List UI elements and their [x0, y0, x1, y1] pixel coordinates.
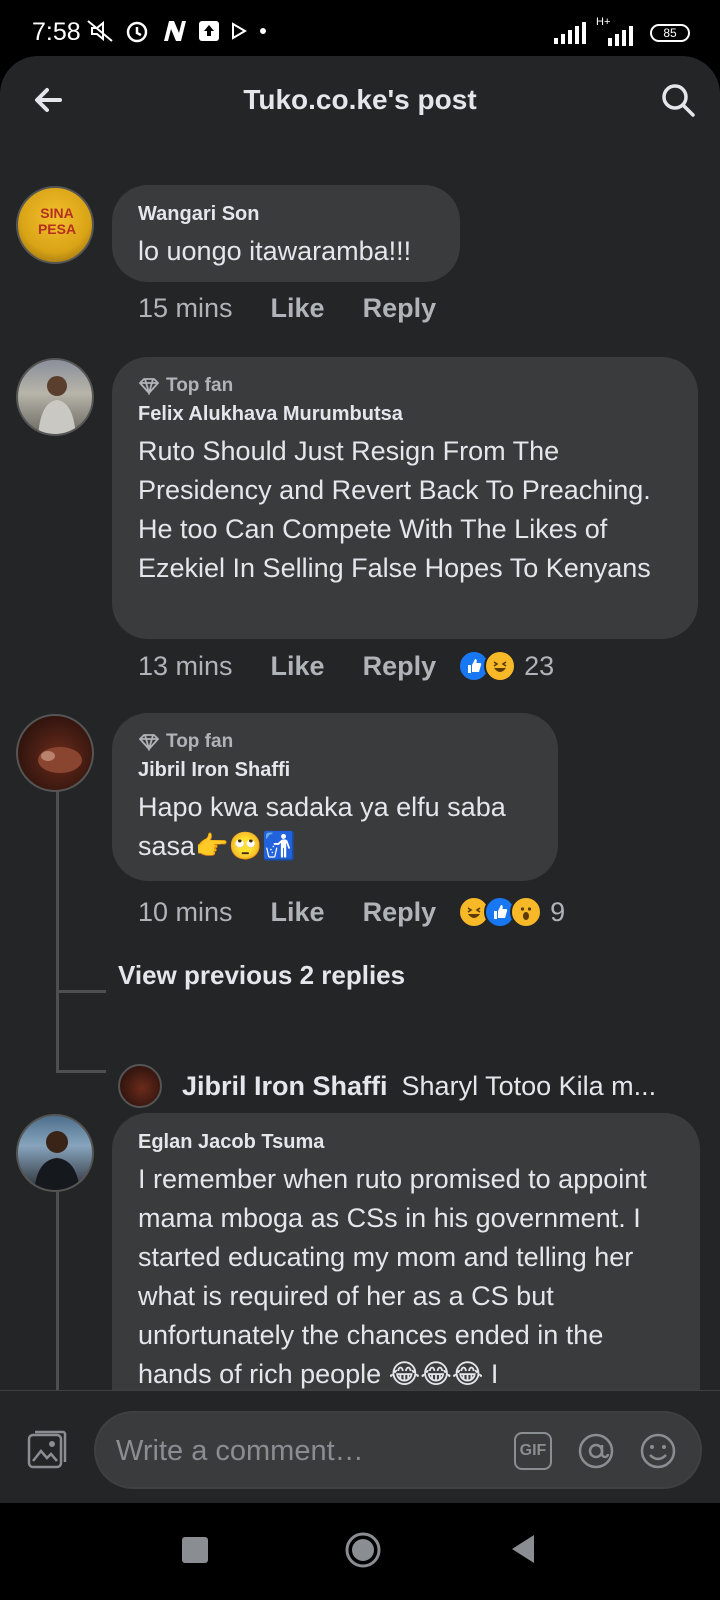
thread-branch-line — [56, 990, 106, 993]
comment-text: Hapo kwa sadaka ya elfu saba sasa👉🙄🚮 — [138, 792, 506, 861]
comment-time[interactable]: 10 mins — [138, 897, 233, 928]
recents-button[interactable] — [182, 1537, 208, 1563]
reply-button[interactable]: Reply — [363, 651, 437, 682]
mention-icon[interactable] — [576, 1431, 616, 1471]
view-previous-replies-link[interactable]: View previous 2 replies — [118, 960, 405, 991]
comment-text: I remember when ruto promised to appoint… — [138, 1164, 647, 1389]
header: Tuko.co.ke's post — [0, 56, 720, 146]
comment-actions: 13 mins Like Reply 23 — [138, 650, 564, 682]
battery-icon: 85 — [650, 24, 690, 42]
comment-input-box[interactable]: GIF — [94, 1411, 702, 1489]
reply-button[interactable]: Reply — [363, 897, 437, 928]
comment-author[interactable]: Wangari Son — [138, 203, 434, 226]
avatar[interactable] — [118, 1064, 162, 1108]
comment-bubble[interactable]: Wangari Son lo uongo itawaramba!!! — [112, 185, 460, 282]
comment-input[interactable] — [116, 1427, 496, 1475]
like-button[interactable]: Like — [271, 897, 325, 928]
like-button[interactable]: Like — [271, 651, 325, 682]
signal-h-plus-icon: H+ — [596, 16, 640, 46]
emoji-icon[interactable] — [638, 1431, 678, 1471]
reaction-count: 23 — [524, 650, 555, 681]
reply-preview-row[interactable]: Jibril Iron Shaffi Sharyl Totoo Kila m..… — [118, 1064, 656, 1108]
comment-text: Ruto Should Just Resign From The Preside… — [138, 436, 651, 583]
reply-author[interactable]: Jibril Iron Shaffi — [182, 1071, 388, 1102]
svg-text:SINA: SINA — [40, 205, 73, 221]
nav-back-icon[interactable] — [508, 1533, 538, 1565]
badge-label: Top fan — [166, 731, 234, 752]
comment-actions: 15 mins Like Reply — [138, 293, 474, 324]
post-comments-screen: Tuko.co.ke's post SINA PESA Wangari Son l… — [0, 56, 720, 1503]
reaction-count: 9 — [550, 896, 566, 927]
reply-button[interactable]: Reply — [363, 293, 437, 324]
reactions[interactable]: 23 — [458, 650, 554, 682]
thread-line — [56, 786, 59, 1072]
reply-preview-text: Sharyl Totoo Kila m... — [401, 1070, 657, 1101]
avatar[interactable] — [16, 358, 94, 436]
comment-author[interactable]: Felix Alukhava Murumbutsa — [138, 403, 672, 426]
badge-label: Top fan — [166, 375, 234, 396]
n-app-icon — [164, 21, 186, 41]
wow-reaction-icon — [510, 896, 543, 928]
gif-button[interactable]: GIF — [514, 1432, 552, 1470]
comment-time[interactable]: 13 mins — [138, 651, 233, 682]
status-system-icons: H+ 85 — [552, 16, 690, 46]
play-icon — [232, 22, 247, 40]
thread-branch-line — [56, 1070, 106, 1073]
comment-bubble[interactable]: Top fan Jibril Iron Shaffi Hapo kwa sada… — [112, 713, 558, 881]
avatar[interactable] — [16, 1114, 94, 1192]
avatar[interactable]: SINA PESA — [16, 186, 94, 264]
diamond-icon — [138, 378, 160, 395]
alarm-icon — [126, 21, 148, 43]
search-icon[interactable] — [658, 80, 698, 120]
comment-bubble[interactable]: Top fan Felix Alukhava Murumbutsa Ruto S… — [112, 357, 698, 639]
comment-author[interactable]: Eglan Jacob Tsuma — [138, 1131, 674, 1154]
mute-icon — [87, 20, 113, 42]
dot-icon — [260, 28, 266, 34]
system-nav-bar — [0, 1503, 720, 1600]
photo-gallery-icon[interactable] — [26, 1429, 68, 1471]
comment-author[interactable]: Jibril Iron Shaffi — [138, 759, 532, 782]
like-button[interactable]: Like — [271, 293, 325, 324]
status-notification-icons — [86, 18, 268, 44]
comment-actions: 10 mins Like Reply 9 — [138, 896, 575, 928]
svg-text:PESA: PESA — [38, 221, 76, 237]
comment-time[interactable]: 15 mins — [138, 293, 233, 324]
status-bar: 7:58 H+ 85 — [0, 0, 720, 60]
status-time: 7:58 — [32, 18, 81, 46]
comment-text: lo uongo itawaramba!!! — [138, 236, 412, 266]
top-fan-badge: Top fan — [138, 731, 532, 753]
top-fan-badge: Top fan — [138, 375, 672, 397]
diamond-icon — [138, 734, 160, 751]
upload-icon — [199, 21, 219, 41]
page-title: Tuko.co.ke's post — [243, 84, 477, 115]
signal-icon — [554, 22, 586, 44]
reactions[interactable]: 9 — [458, 896, 565, 928]
home-button-icon[interactable] — [344, 1531, 382, 1569]
comment-composer: GIF — [0, 1390, 720, 1503]
avatar[interactable] — [16, 714, 94, 792]
haha-reaction-icon — [484, 650, 517, 682]
